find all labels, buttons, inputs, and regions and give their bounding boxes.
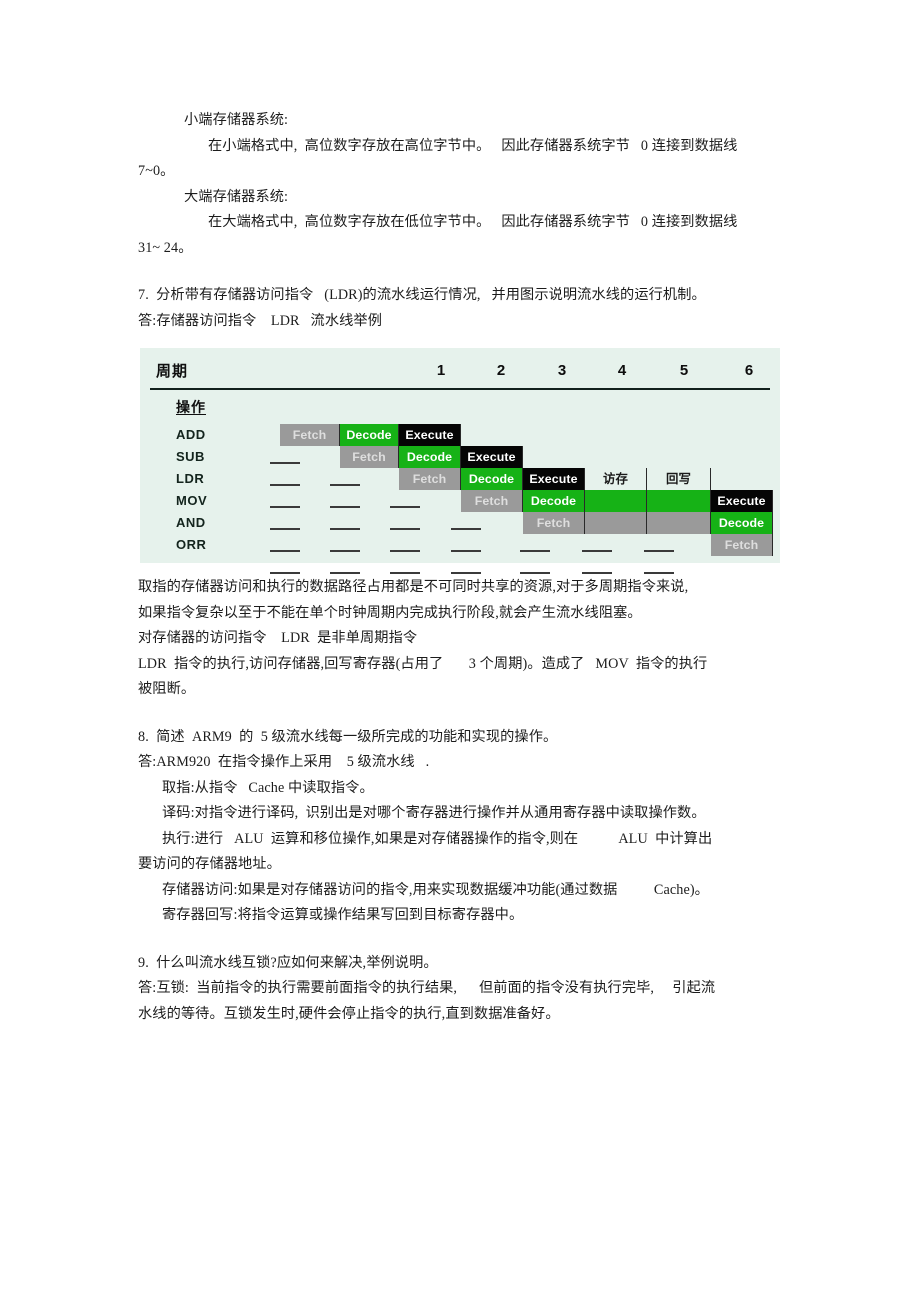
empty-slot-dash	[451, 550, 481, 552]
stage-block-orr-fetch-0: Fetch	[711, 534, 773, 556]
answer-8-stage-memory: 存储器访问:如果是对存储器访问的指令,用来实现数据缓冲功能(通过数据 Cache…	[162, 881, 709, 898]
question-8: 8. 简述 ARM9 的 5 级流水线每一级所完成的功能和实现的操作。	[138, 728, 558, 745]
stage-block-sub-decode-1: Decode	[399, 446, 461, 468]
stage-block-add-decode-1: Decode	[340, 424, 399, 446]
stage-block-mov-stall-2	[585, 490, 647, 512]
empty-slot-dash	[330, 528, 360, 530]
paragraph-little-endian-body: 在小端格式中, 高位数字存放在高位字节中。 因此存储器系统字节 0 连接到数据线	[208, 137, 738, 154]
paragraph-big-endian-range: 31~ 24。	[138, 239, 193, 256]
answer-7-intro: 答:存储器访问指令 LDR 流水线举例	[138, 312, 382, 329]
figure-operation-title: 操作	[176, 399, 206, 415]
empty-slot-dash	[270, 484, 300, 486]
stage-block-ldr-execute-2: Execute	[523, 468, 585, 490]
cycle-label-5: 5	[679, 362, 689, 379]
stage-block-ldr-fetch-0: Fetch	[399, 468, 461, 490]
paragraph-little-endian-heading: 小端存储器系统:	[184, 112, 289, 128]
cycle-label-1: 1	[436, 362, 446, 379]
question-9: 9. 什么叫流水线互锁?应如何来解决,举例说明。	[138, 954, 438, 971]
answer-8-stage-execute: 执行:进行 ALU 运算和移位操作,如果是对存储器操作的指令,则在 ALU 中计…	[162, 830, 713, 847]
answer-7-text-3: 对存储器的访问指令 LDR 是非单周期指令	[138, 630, 418, 646]
empty-slot-dash	[451, 528, 481, 530]
question-7: 7. 分析带有存储器访问指令 (LDR)的流水线运行情况, 并用图示说明流水线的…	[138, 287, 706, 303]
empty-slot-dash	[270, 506, 300, 508]
empty-slot-dash	[520, 550, 550, 552]
empty-slot-dash	[330, 572, 360, 574]
empty-slot-dash	[270, 462, 300, 464]
operation-label-ldr: LDR	[176, 471, 205, 486]
empty-slot-dash	[270, 550, 300, 552]
stage-block-add-fetch-0: Fetch	[280, 424, 340, 446]
empty-slot-dash	[582, 572, 612, 574]
empty-slot-dash	[520, 572, 550, 574]
cycle-label-3: 3	[557, 362, 567, 379]
stage-block-and-decode-3: Decode	[711, 512, 773, 534]
paragraph-big-endian-heading: 大端存储器系统:	[184, 188, 289, 205]
stage-block-sub-fetch-0: Fetch	[340, 446, 399, 468]
stage-block-mov-execute-4: Execute	[711, 490, 773, 512]
stage-block-and-stall-2	[647, 512, 711, 534]
stage-block-add-execute-2: Execute	[399, 424, 461, 446]
paragraph-little-endian-range: 7~0。	[138, 163, 175, 179]
empty-slot-dash	[390, 572, 420, 574]
answer-9-text-2: 水线的等待。互锁发生时,硬件会停止指令的执行,直到数据准备好。	[138, 1005, 560, 1022]
answer-7-text-4: LDR 指令的执行,访问存储器,回写寄存器(占用了 3 个周期)。造成了 MOV…	[138, 655, 708, 672]
answer-8-intro: 答:ARM920 在指令操作上采用 5 级流水线 .	[138, 754, 430, 770]
operation-label-orr: ORR	[176, 537, 207, 552]
cycle-label-2: 2	[496, 362, 506, 379]
stage-block-and-fetch-0: Fetch	[523, 512, 585, 534]
stage-block-mov-fetch-0: Fetch	[461, 490, 523, 512]
pipeline-diagram: 周期 操作 123456 ADD SUB LDR MOV AND ORR Fetch Deco…	[140, 348, 780, 574]
operation-label-mov: MOV	[176, 493, 208, 508]
operation-label-add: ADD	[176, 427, 206, 442]
empty-slot-dash	[270, 528, 300, 530]
stage-block-sub-execute-2: Execute	[461, 446, 523, 468]
answer-8-stage-execute-cont: 要访问的存储器地址。	[138, 856, 281, 872]
empty-slot-dash	[330, 550, 360, 552]
operation-label-and: AND	[176, 515, 206, 530]
stage-block-mov-stall-3	[647, 490, 711, 512]
empty-slot-dash	[390, 550, 420, 552]
stage-block-and-stall-1	[585, 512, 647, 534]
empty-slot-dash	[390, 528, 420, 530]
empty-slot-dash	[270, 572, 300, 574]
answer-9-text-1: 答:互锁: 当前指令的执行需要前面指令的执行结果, 但前面的指令没有执行完毕, …	[138, 980, 716, 996]
document-page: 小端存储器系统: 在小端格式中, 高位数字存放在高位字节中。 因此存储器系统字节…	[0, 0, 920, 1301]
answer-7-text-1: 取指的存储器访问和执行的数据路径占用都是不可同时共享的资源,对于多周期指令来说,	[138, 579, 689, 595]
stage-block-ldr-访存-3: 访存	[585, 468, 647, 490]
answer-7-text-2: 如果指令复杂以至于不能在单个时钟周期内完成执行阶段,就会产生流水线阻塞。	[138, 604, 642, 621]
figure-header-rule	[150, 388, 770, 390]
empty-slot-dash	[582, 550, 612, 552]
empty-slot-dash	[451, 572, 481, 574]
document-content: 小端存储器系统: 在小端格式中, 高位数字存放在高位字节中。 因此存储器系统字节…	[138, 108, 786, 1027]
cycle-label-6: 6	[744, 362, 754, 379]
empty-slot-dash	[330, 506, 360, 508]
empty-slot-dash	[644, 572, 674, 574]
stage-block-ldr-decode-1: Decode	[461, 468, 523, 490]
operation-label-sub: SUB	[176, 449, 205, 464]
paragraph-big-endian-body: 在大端格式中, 高位数字存放在低位字节中。 因此存储器系统字节 0 连接到数据线	[208, 214, 738, 230]
empty-slot-dash	[390, 506, 420, 508]
figure-cycle-title: 周期	[156, 363, 189, 380]
answer-8-stage-decode: 译码:对指令进行译码, 识别出是对哪个寄存器进行操作并从通用寄存器中读取操作数。	[162, 805, 706, 821]
stage-block-mov-decode-1: Decode	[523, 490, 585, 512]
answer-8-stage-fetch: 取指:从指令 Cache 中读取指令。	[162, 779, 374, 796]
cycle-label-4: 4	[617, 362, 627, 379]
empty-slot-dash	[644, 550, 674, 552]
answer-7-text-5: 被阻断。	[138, 681, 196, 697]
empty-slot-dash	[330, 484, 360, 486]
stage-block-ldr-回写-4: 回写	[647, 468, 711, 490]
answer-8-stage-writeback: 寄存器回写:将指令运算或操作结果写回到目标寄存器中。	[162, 907, 524, 923]
